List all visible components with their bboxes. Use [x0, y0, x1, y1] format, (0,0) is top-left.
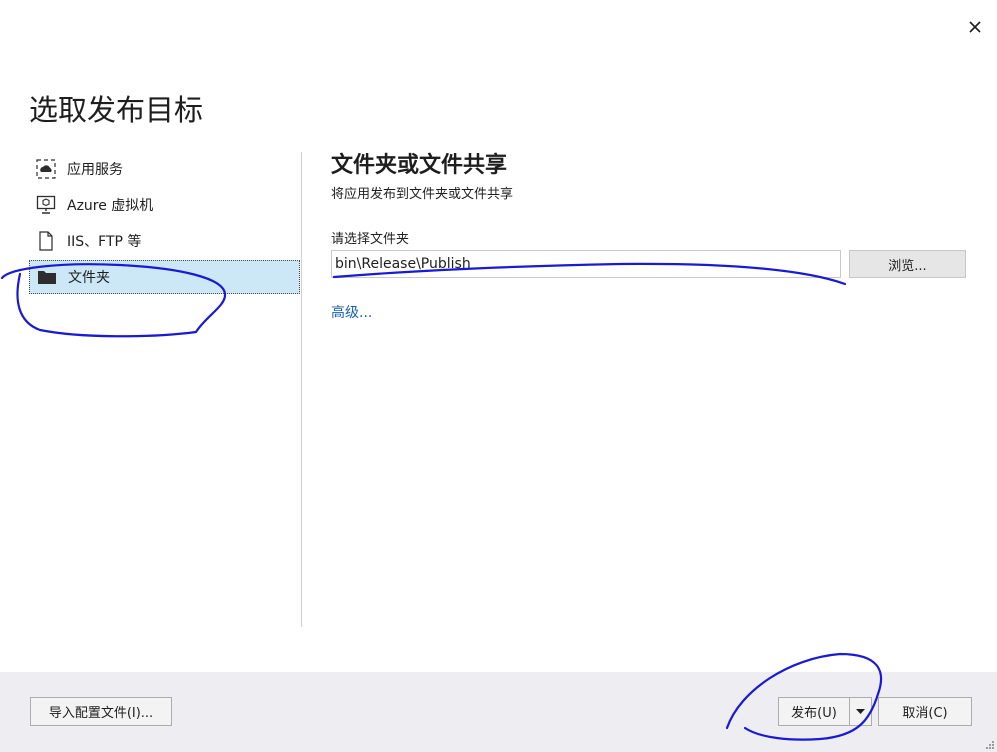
publish-target-list: 应用服务 Azure 虚拟机 IIS、FTP 等 文件夹 [29, 152, 300, 296]
sidebar-item-folder[interactable]: 文件夹 [29, 260, 300, 294]
section-title: 文件夹或文件共享 [331, 153, 508, 178]
section-subtitle: 将应用发布到文件夹或文件共享 [331, 187, 514, 202]
dropdown-arrow-icon [856, 708, 865, 714]
sidebar-item-label: 文件夹 [68, 270, 110, 286]
close-icon [969, 21, 981, 33]
cancel-button[interactable]: 取消(C) [878, 697, 972, 726]
cropped-titlebar-strip [0, 0, 997, 6]
sidebar-item-app-service[interactable]: 应用服务 [29, 152, 300, 186]
publish-dropdown-button[interactable] [850, 697, 872, 726]
browse-button[interactable]: 浏览... [849, 250, 966, 278]
resize-grip-icon[interactable] [984, 739, 995, 750]
virtual-machine-icon [35, 194, 57, 216]
target-details-panel: 文件夹或文件共享 将应用发布到文件夹或文件共享 请选择文件夹 浏览... 高级.… [331, 152, 971, 321]
app-service-icon [35, 158, 57, 180]
file-icon [35, 230, 57, 252]
vertical-divider [301, 152, 302, 627]
page-title: 选取发布目标 [29, 93, 204, 128]
sidebar-item-label: 应用服务 [67, 162, 123, 178]
folder-field-label: 请选择文件夹 [331, 232, 410, 247]
folder-path-input[interactable] [331, 250, 841, 278]
publish-button[interactable]: 发布(U) [778, 697, 850, 726]
sidebar-item-iis-ftp[interactable]: IIS、FTP 等 [29, 224, 300, 258]
advanced-link[interactable]: 高级... [331, 302, 372, 322]
import-profile-button[interactable]: 导入配置文件(I)... [30, 697, 172, 726]
sidebar-item-label: Azure 虚拟机 [67, 198, 154, 214]
close-button[interactable] [962, 14, 988, 40]
sidebar-item-azure-vm[interactable]: Azure 虚拟机 [29, 188, 300, 222]
folder-icon [36, 266, 58, 288]
sidebar-item-label: IIS、FTP 等 [67, 234, 142, 250]
